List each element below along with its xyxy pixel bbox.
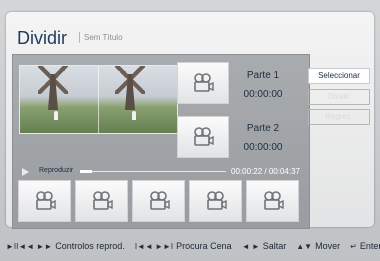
hint-label: Procura Cena bbox=[176, 241, 232, 251]
scene-thumbnail[interactable] bbox=[246, 180, 299, 222]
play-label[interactable]: Reproduzir bbox=[39, 167, 73, 174]
split-button[interactable]: Dividir bbox=[308, 89, 370, 105]
film-camera-icon bbox=[263, 191, 284, 210]
film-camera-icon bbox=[194, 73, 214, 92]
hint-label: Mover bbox=[315, 241, 341, 251]
hint-label: Saltar bbox=[262, 241, 287, 251]
progress-fill bbox=[80, 170, 92, 173]
hint-enter: ↵ Enter bbox=[350, 241, 380, 251]
film-camera-icon bbox=[206, 191, 227, 210]
playback-row: Reproduzir 00:00:22 / 00:04:37 bbox=[12, 166, 308, 178]
scene-thumbnail[interactable] bbox=[18, 180, 71, 222]
part-1-thumbnail[interactable] bbox=[177, 62, 229, 104]
time-readout: 00:00:22 / 00:04:37 bbox=[231, 167, 300, 176]
person-figure bbox=[54, 111, 58, 120]
progress-bar[interactable] bbox=[80, 170, 226, 173]
select-button[interactable]: Seleccionar bbox=[308, 68, 370, 84]
hint-scene-search: I◄◄ ►►I Procura Cena bbox=[135, 241, 232, 251]
film-camera-icon bbox=[92, 191, 113, 210]
page-title: Dividir bbox=[17, 28, 68, 48]
frame-divider bbox=[98, 66, 99, 133]
left-right-icon: ◄ ► bbox=[241, 241, 260, 251]
part-1-time: 00:00:00 bbox=[243, 89, 283, 100]
person-figure bbox=[132, 111, 136, 120]
hint-playback: ►II◄◄ ►► Controlos reprod. bbox=[6, 241, 125, 251]
film-camera-icon bbox=[194, 127, 214, 146]
hint-move: ▲▼ Mover bbox=[296, 241, 340, 251]
control-hints-bar: ►II◄◄ ►► Controlos reprod. I◄◄ ►►I Procu… bbox=[0, 237, 380, 255]
playback-controls-icon: ►II◄◄ ►► bbox=[6, 241, 53, 251]
scene-thumbnail[interactable] bbox=[75, 180, 128, 222]
hint-jump: ◄ ► Saltar bbox=[242, 241, 287, 251]
hint-label: Enter bbox=[359, 241, 380, 251]
page-subtitle: Sem Título bbox=[79, 32, 123, 43]
skip-icon: I◄◄ ►►I bbox=[134, 241, 174, 251]
back-button[interactable]: Regres. bbox=[308, 109, 370, 125]
up-down-icon: ▲▼ bbox=[296, 241, 313, 251]
film-camera-icon bbox=[149, 191, 170, 210]
enter-icon: ↵ bbox=[350, 241, 357, 251]
part-1-label: Parte 1 bbox=[246, 70, 280, 81]
video-preview[interactable] bbox=[19, 65, 178, 134]
play-icon[interactable] bbox=[22, 168, 29, 176]
part-2-time: 00:00:00 bbox=[243, 142, 283, 153]
hint-label: Controlos reprod. bbox=[55, 241, 125, 251]
part-2-thumbnail[interactable] bbox=[177, 116, 229, 158]
part-2-label: Parte 2 bbox=[246, 123, 280, 134]
film-camera-icon bbox=[35, 191, 56, 210]
scene-thumbnail[interactable] bbox=[189, 180, 242, 222]
scene-thumbnail[interactable] bbox=[132, 180, 185, 222]
